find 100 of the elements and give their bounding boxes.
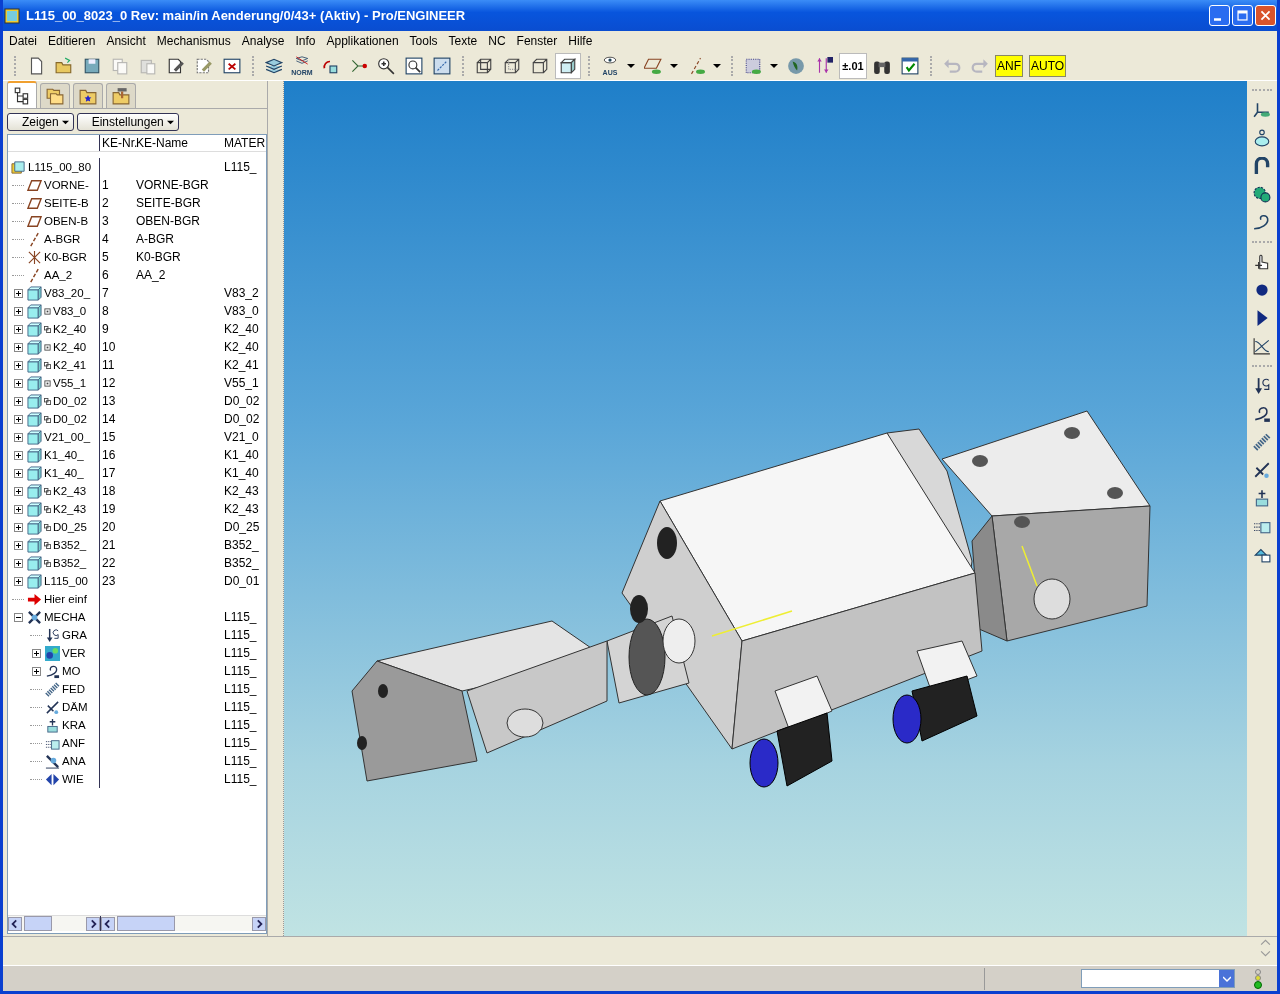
tree-item[interactable]: K0-BGR	[44, 251, 87, 263]
tree-item[interactable]: ANF	[62, 737, 85, 749]
tree-item[interactable]: K2_40	[53, 323, 87, 335]
dropdown-caret-icon[interactable]	[627, 61, 635, 70]
tree-item[interactable]: MECHA	[44, 611, 86, 623]
expand-toggle-icon[interactable]	[13, 432, 23, 442]
menu-item[interactable]: Hilfe	[568, 34, 593, 48]
table-cell: 12	[102, 376, 116, 390]
expand-toggle-icon[interactable]	[13, 468, 23, 478]
expand-toggle-icon[interactable]	[13, 450, 23, 460]
expand-toggle-icon[interactable]	[13, 288, 23, 298]
copy-icon	[111, 56, 129, 75]
menu-item[interactable]: Datei	[9, 34, 37, 48]
table-cell: 21	[102, 538, 116, 552]
tree-item[interactable]: V83_0	[53, 305, 87, 317]
table-cell: D0_25	[224, 520, 260, 534]
expand-toggle-icon[interactable]	[13, 522, 23, 532]
tree-item[interactable]: D0_02	[53, 413, 87, 425]
tree-item[interactable]: D0_25	[53, 521, 87, 533]
maximize-button[interactable]	[1232, 5, 1253, 26]
toolbar-button[interactable]: ANF	[995, 54, 1023, 77]
scroll-left-icon[interactable]	[8, 916, 22, 931]
expand-toggle-icon[interactable]	[13, 558, 23, 568]
tree-item[interactable]: V83_20_	[44, 287, 91, 299]
tree-item[interactable]: V21_00_	[44, 431, 91, 443]
part-cube-icon	[27, 285, 42, 301]
menu-item[interactable]: Fenster	[516, 34, 558, 48]
tree-item[interactable]: ANA	[62, 755, 86, 767]
tree-item[interactable]: K2_43	[53, 503, 87, 515]
expand-toggle-icon[interactable]	[13, 360, 23, 370]
tree-item[interactable]: V55_1	[53, 377, 87, 389]
tree-item[interactable]: L115_00	[44, 575, 88, 587]
filter-dropdown[interactable]	[1081, 969, 1235, 988]
toolbar-button[interactable]: ±.01	[839, 52, 867, 79]
expand-toggle-icon[interactable]	[13, 324, 23, 334]
menu-item[interactable]: Applikationen	[326, 34, 399, 48]
close-button[interactable]	[1255, 5, 1276, 26]
expand-toggle-icon[interactable]	[13, 486, 23, 496]
tree-item[interactable]: K2_43	[53, 485, 87, 497]
menu-item[interactable]: Info	[295, 34, 316, 48]
tree-item[interactable]: DÄM	[62, 701, 88, 713]
table-cell: 8	[102, 304, 109, 318]
part-cube-icon	[27, 537, 42, 553]
tree-item[interactable]: OBEN-B	[44, 215, 89, 227]
horizontal-scrollbar[interactable]	[8, 916, 101, 931]
eraser-document-icon	[195, 56, 213, 75]
tree-item[interactable]: FED	[62, 683, 85, 695]
tree-item[interactable]: SEITE-B	[44, 197, 89, 209]
dropdown-button[interactable]: Einstellungen	[76, 113, 179, 131]
tree-item[interactable]: K1_40_	[44, 449, 84, 461]
tree-item[interactable]: K1_40_	[44, 467, 84, 479]
dropdown-button[interactable]: Zeigen	[7, 113, 74, 131]
window-title: L115_00_8023_0 Rev: main/in Aenderung/0/43+ (Aktiv) - Pro/ENGINEER	[26, 8, 467, 23]
tree-item[interactable]: B352_	[53, 539, 87, 551]
menu-item[interactable]: Tools	[409, 34, 438, 48]
dropdown-caret-icon[interactable]	[670, 61, 678, 70]
horizontal-scrollbar[interactable]	[101, 916, 266, 931]
expand-toggle-icon[interactable]	[13, 504, 23, 514]
menu-item[interactable]: Mechanismus	[156, 34, 231, 48]
scroll-left-icon[interactable]	[101, 916, 115, 931]
menu-item[interactable]: Ansicht	[106, 34, 146, 48]
tree-item[interactable]: K2_41	[53, 359, 87, 371]
expand-toggle-icon[interactable]	[13, 306, 23, 316]
expand-toggle-icon[interactable]	[31, 666, 41, 676]
expand-toggle-icon[interactable]	[31, 648, 41, 658]
tree-item[interactable]: A-BGR	[44, 233, 81, 245]
tree-item[interactable]: L115_00_80	[28, 161, 92, 173]
menu-item[interactable]: Texte	[448, 34, 478, 48]
expand-toggle-icon[interactable]	[13, 414, 23, 424]
tree-item[interactable]: GRA	[62, 629, 87, 641]
minimize-button[interactable]	[1209, 5, 1230, 26]
force-block-icon	[1253, 489, 1271, 507]
tree-item[interactable]: AA_2	[44, 269, 73, 281]
expand-toggle-icon[interactable]	[13, 576, 23, 586]
tree-item[interactable]: VER	[62, 647, 86, 659]
menu-item[interactable]: Editieren	[48, 34, 96, 48]
tree-item[interactable]: WIE	[62, 773, 84, 785]
tree-item[interactable]: B352_	[53, 557, 87, 569]
toolbar-button[interactable]: AUTO	[1029, 54, 1067, 77]
panel-tab[interactable]	[7, 81, 37, 108]
tree-item[interactable]: K2_40	[53, 341, 87, 353]
table-cell: 3	[102, 214, 109, 228]
scroll-right-icon[interactable]	[86, 916, 100, 931]
scroll-right-icon[interactable]	[252, 916, 266, 931]
tree-item[interactable]: Hier einf	[44, 593, 87, 605]
tree-item[interactable]: VORNE-	[44, 179, 89, 191]
tree-item[interactable]: D0_02	[53, 395, 87, 407]
menu-item[interactable]: Analyse	[241, 34, 285, 48]
tree-item[interactable]: KRA	[62, 719, 86, 731]
expand-toggle-icon[interactable]	[13, 378, 23, 388]
menu-item[interactable]: NC	[488, 34, 506, 48]
toolbar-button[interactable]	[555, 52, 581, 79]
expand-toggle-icon[interactable]	[13, 342, 23, 352]
tree-item[interactable]: MO	[62, 665, 81, 677]
column-header[interactable]: MATER	[222, 135, 266, 151]
expand-toggle-icon[interactable]	[13, 396, 23, 406]
dropdown-caret-icon[interactable]	[770, 61, 778, 70]
expand-toggle-icon[interactable]	[13, 540, 23, 550]
expand-toggle-icon[interactable]	[13, 612, 23, 622]
dropdown-caret-icon[interactable]	[713, 61, 721, 70]
